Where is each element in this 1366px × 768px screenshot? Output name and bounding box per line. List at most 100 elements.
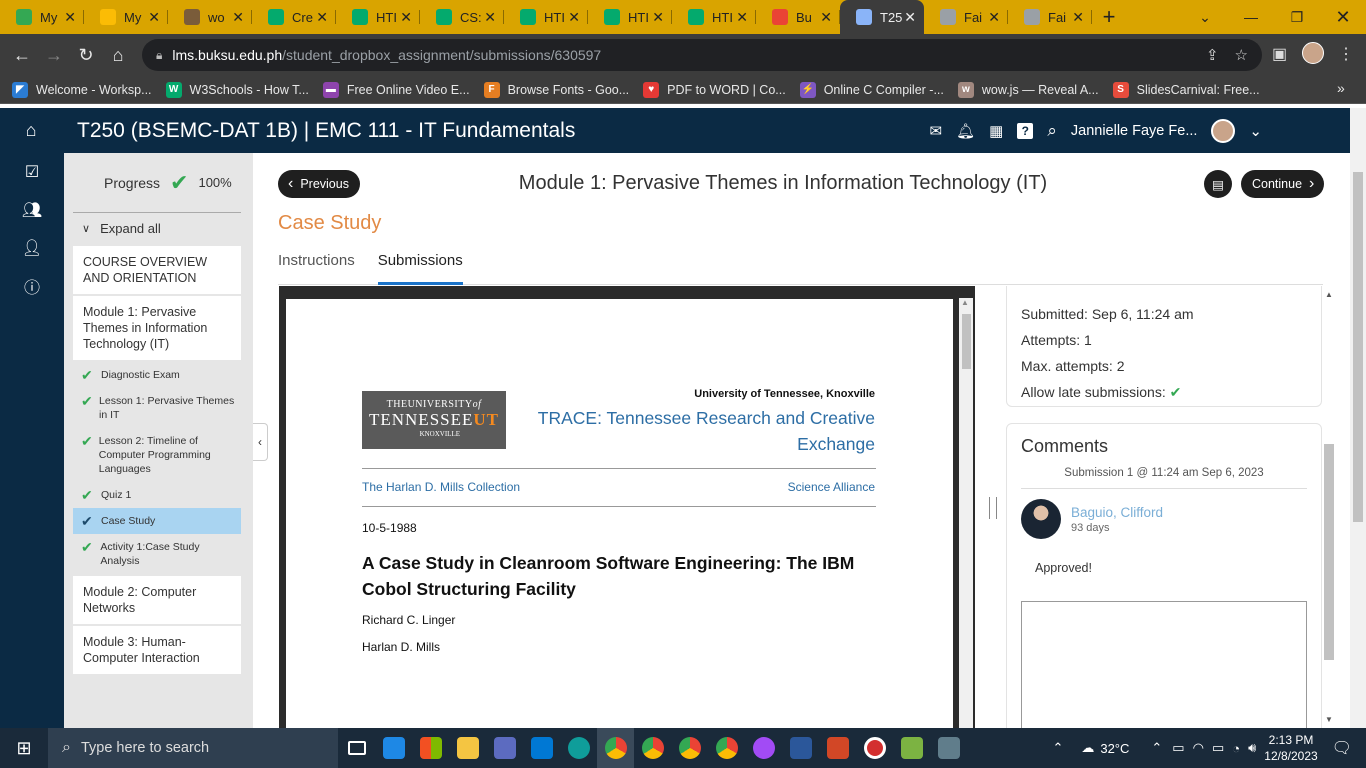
info-icon[interactable]: ⓘ [0, 267, 64, 305]
menu-icon[interactable]: ⋮ [1338, 44, 1354, 64]
browser-tab[interactable]: HTI ✕ [588, 0, 672, 34]
assignments-icon[interactable]: ☑ [0, 153, 64, 191]
activity-item[interactable]: ✔ Case Study [73, 508, 241, 534]
close-tab-icon[interactable]: ✕ [400, 9, 412, 26]
task-view-icon[interactable] [338, 728, 375, 768]
forward-icon[interactable]: → [38, 45, 70, 66]
page-scrollbar[interactable] [1350, 108, 1366, 728]
expand-all-toggle[interactable]: ∨ Expand all [64, 213, 253, 243]
volume-icon[interactable]: 🔊︎ [1248, 740, 1256, 756]
minimize-button[interactable]: — [1228, 0, 1274, 34]
restore-button[interactable]: ❐ [1274, 0, 1320, 34]
powerpoint-icon[interactable] [819, 728, 856, 768]
tab-submissions[interactable]: Submissions [377, 248, 463, 285]
app-icon[interactable] [486, 728, 523, 768]
search-icon[interactable]: ⌕ [1047, 121, 1057, 141]
bookmark-item[interactable]: w wow.js — Reveal A... [957, 81, 1099, 98]
file-explorer-icon[interactable] [449, 728, 486, 768]
user-menu-chevron-icon[interactable]: ⌄ [1249, 122, 1262, 140]
bookmark-item[interactable]: F Browse Fonts - Goo... [483, 81, 629, 98]
recorder-icon[interactable] [856, 728, 893, 768]
address-bar[interactable]: 🔒︎ lms.buksu.edu.ph/student_dropbox_assi… [142, 39, 1262, 71]
chrome-icon[interactable] [708, 728, 745, 768]
tab-instructions[interactable]: Instructions [278, 248, 355, 285]
browser-tab[interactable]: My ✕ [0, 0, 84, 34]
close-tab-icon[interactable]: ✕ [820, 9, 832, 26]
battery-icon[interactable]: ▭ [1212, 740, 1224, 756]
notifications-icon[interactable]: 🗨︎ [1332, 738, 1352, 758]
chevron-up-icon[interactable]: ⌃ [1151, 740, 1162, 756]
users-icon[interactable]: 👥︎ [0, 191, 64, 229]
home-icon[interactable]: ⌂ [102, 45, 134, 66]
comment-input[interactable] [1021, 601, 1307, 728]
activity-item[interactable]: ✔ Activity 1:Case Study Analysis [73, 534, 241, 574]
activity-item[interactable]: ✔ Diagnostic Exam [73, 362, 241, 388]
chrome-icon[interactable] [671, 728, 708, 768]
close-tab-icon[interactable]: ✕ [904, 9, 916, 26]
bookmark-item[interactable]: ♥ PDF to WORD | Co... [643, 81, 786, 98]
bookmark-item[interactable]: W W3Schools - How T... [165, 81, 309, 98]
section-module-3[interactable]: Module 3: Human-Computer Interaction [73, 626, 241, 674]
viewer-scrollbar[interactable]: ▲ [959, 298, 973, 728]
scroll-up-icon[interactable]: ▲ [1325, 290, 1333, 299]
activity-item[interactable]: ✔ Lesson 2: Timeline of Computer Programm… [73, 428, 241, 482]
notifications-icon[interactable]: 🔔︎ [956, 122, 975, 140]
print-icon[interactable]: ▤ [1204, 170, 1232, 198]
bookmark-item[interactable]: ◤ Welcome - Worksp... [12, 81, 152, 98]
close-tab-icon[interactable]: ✕ [148, 9, 160, 26]
close-tab-icon[interactable]: ✕ [484, 9, 496, 26]
chrome-icon[interactable] [634, 728, 671, 768]
browser-tab[interactable]: CS: ✕ [420, 0, 504, 34]
profile-avatar[interactable] [1302, 42, 1324, 69]
collapse-index-button[interactable]: ‹ [253, 423, 268, 461]
chrome-icon[interactable] [597, 728, 634, 768]
lms-home-icon[interactable]: ⌂ [0, 120, 62, 141]
more-bookmarks-icon[interactable]: » [1337, 80, 1345, 96]
mail-icon[interactable]: ✉ [930, 122, 943, 140]
profile-icon[interactable]: 👤︎ [0, 229, 64, 267]
calendar-grid-icon[interactable]: ▦ [989, 122, 1003, 140]
bookmark-item[interactable]: ▬ Free Online Video E... [322, 81, 470, 98]
messenger-icon[interactable] [745, 728, 782, 768]
scrollbar-thumb[interactable] [1353, 172, 1363, 522]
close-tab-icon[interactable]: ✕ [568, 9, 580, 26]
browser-tab[interactable]: Fai ✕ [1008, 0, 1092, 34]
wifi-icon[interactable]: ◔ [1232, 741, 1240, 756]
doc-collection-link[interactable]: The Harlan D. Mills Collection [362, 480, 520, 494]
taskbar-search[interactable]: ⌕ Type here to search [48, 728, 338, 768]
windows-start-icon[interactable]: ⊞ [0, 738, 48, 759]
panel-scrollbar[interactable]: ▲ ▼ [1322, 286, 1336, 728]
tab-search-icon[interactable]: ⌄ [1182, 0, 1228, 34]
commenter-name[interactable]: Baguio, Clifford [1071, 505, 1163, 520]
activity-item[interactable]: ✔ Quiz 1 [73, 482, 241, 508]
weather-icon[interactable]: ☁ [1081, 740, 1094, 756]
close-tab-icon[interactable]: ✕ [316, 9, 328, 26]
panel-resize-handle[interactable] [989, 497, 997, 519]
section-module-2[interactable]: Module 2: Computer Networks [73, 576, 241, 624]
user-name[interactable]: Jannielle Faye Fe... [1071, 123, 1198, 139]
outlook-icon[interactable] [523, 728, 560, 768]
calculator-icon[interactable] [930, 728, 967, 768]
close-tab-icon[interactable]: ✕ [652, 9, 664, 26]
close-tab-icon[interactable]: ✕ [736, 9, 748, 26]
scrollbar-thumb[interactable] [962, 314, 971, 369]
bookmark-star-icon[interactable]: ☆ [1235, 46, 1248, 64]
reload-icon[interactable]: ↻ [70, 45, 102, 66]
close-window-button[interactable]: ✕ [1320, 0, 1366, 34]
browser-tab[interactable]: My ✕ [84, 0, 168, 34]
temperature[interactable]: 32°C [1100, 741, 1129, 756]
section-module-1[interactable]: Module 1: Pervasive Themes in Informatio… [73, 296, 241, 360]
spreadsheet-icon[interactable] [893, 728, 930, 768]
scroll-down-icon[interactable]: ▼ [1325, 715, 1333, 724]
network-icon[interactable]: ◠ [1193, 740, 1204, 756]
section-course-overview[interactable]: COURSE OVERVIEW AND ORIENTATION [73, 246, 241, 294]
doc-alliance-link[interactable]: Science Alliance [788, 480, 875, 494]
store-icon[interactable] [412, 728, 449, 768]
browser-tab[interactable]: Fai ✕ [924, 0, 1008, 34]
close-tab-icon[interactable]: ✕ [232, 9, 244, 26]
meet-now-icon[interactable]: ▭ [1172, 740, 1184, 756]
show-hidden-icons-icon[interactable]: ⌃ [1052, 740, 1063, 756]
browser-tab[interactable]: wo ✕ [168, 0, 252, 34]
share-icon[interactable]: ⇪ [1206, 46, 1219, 64]
close-tab-icon[interactable]: ✕ [988, 9, 1000, 26]
